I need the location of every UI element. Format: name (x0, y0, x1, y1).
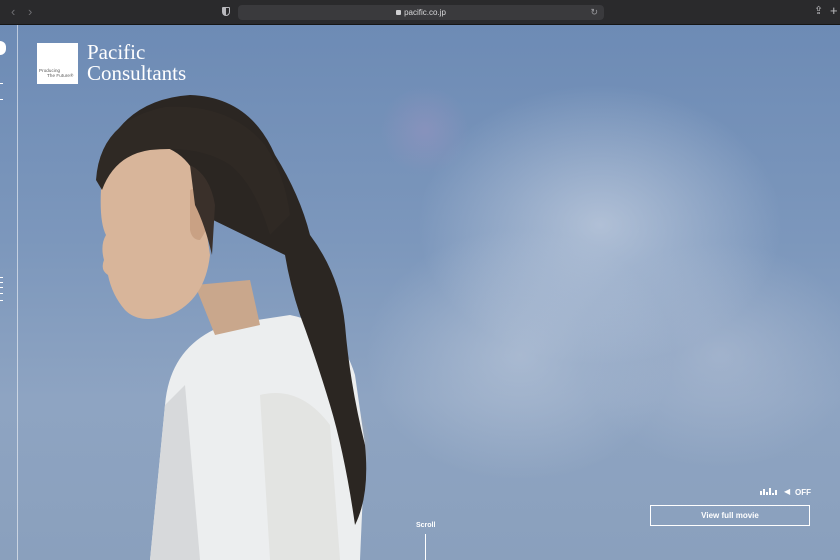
rail-divider (0, 83, 3, 84)
company-name-line2: Consultants (87, 61, 187, 85)
logo-tagline: Producing The Future® (39, 68, 73, 78)
menu-icon-line[interactable] (0, 300, 3, 301)
lock-icon (396, 10, 402, 15)
share-icon[interactable]: ⇪ (814, 4, 823, 17)
scroll-label: Scroll (416, 522, 436, 529)
hero-person-image (96, 95, 367, 560)
browser-toolbar: ‹ › pacific.co.jp ↻ ⇪ + (0, 0, 840, 25)
view-full-movie-button[interactable]: View full movie (650, 505, 810, 526)
address-bar[interactable]: pacific.co.jp ↻ (238, 5, 604, 20)
sound-toggle-label[interactable]: OFF (795, 488, 811, 497)
menu-icon-line[interactable] (0, 282, 3, 283)
url-text: pacific.co.jp (404, 8, 446, 17)
speaker-icon[interactable]: ◀ (784, 487, 790, 496)
reload-icon[interactable]: ↻ (590, 5, 598, 20)
privacy-shield-icon[interactable] (222, 7, 230, 16)
menu-icon-line[interactable] (0, 277, 3, 278)
forward-icon[interactable]: › (28, 5, 32, 19)
tagline-line2: The Future® (47, 73, 74, 78)
left-side-rail (0, 25, 18, 560)
rail-divider (0, 99, 3, 100)
rail-logo-mark[interactable] (0, 41, 6, 55)
scroll-indicator-line (425, 534, 426, 560)
menu-icon-line[interactable] (0, 293, 3, 294)
new-tab-icon[interactable]: + (830, 3, 838, 18)
hero-video (0, 25, 840, 560)
company-name-line1: Pacific (87, 40, 146, 64)
company-logo[interactable]: Producing The Future® (37, 43, 78, 84)
sound-level-icon[interactable] (760, 487, 778, 495)
back-icon[interactable]: ‹ (11, 5, 15, 19)
menu-icon-line[interactable] (0, 287, 3, 288)
company-name[interactable]: Pacific Consultants (87, 42, 186, 84)
